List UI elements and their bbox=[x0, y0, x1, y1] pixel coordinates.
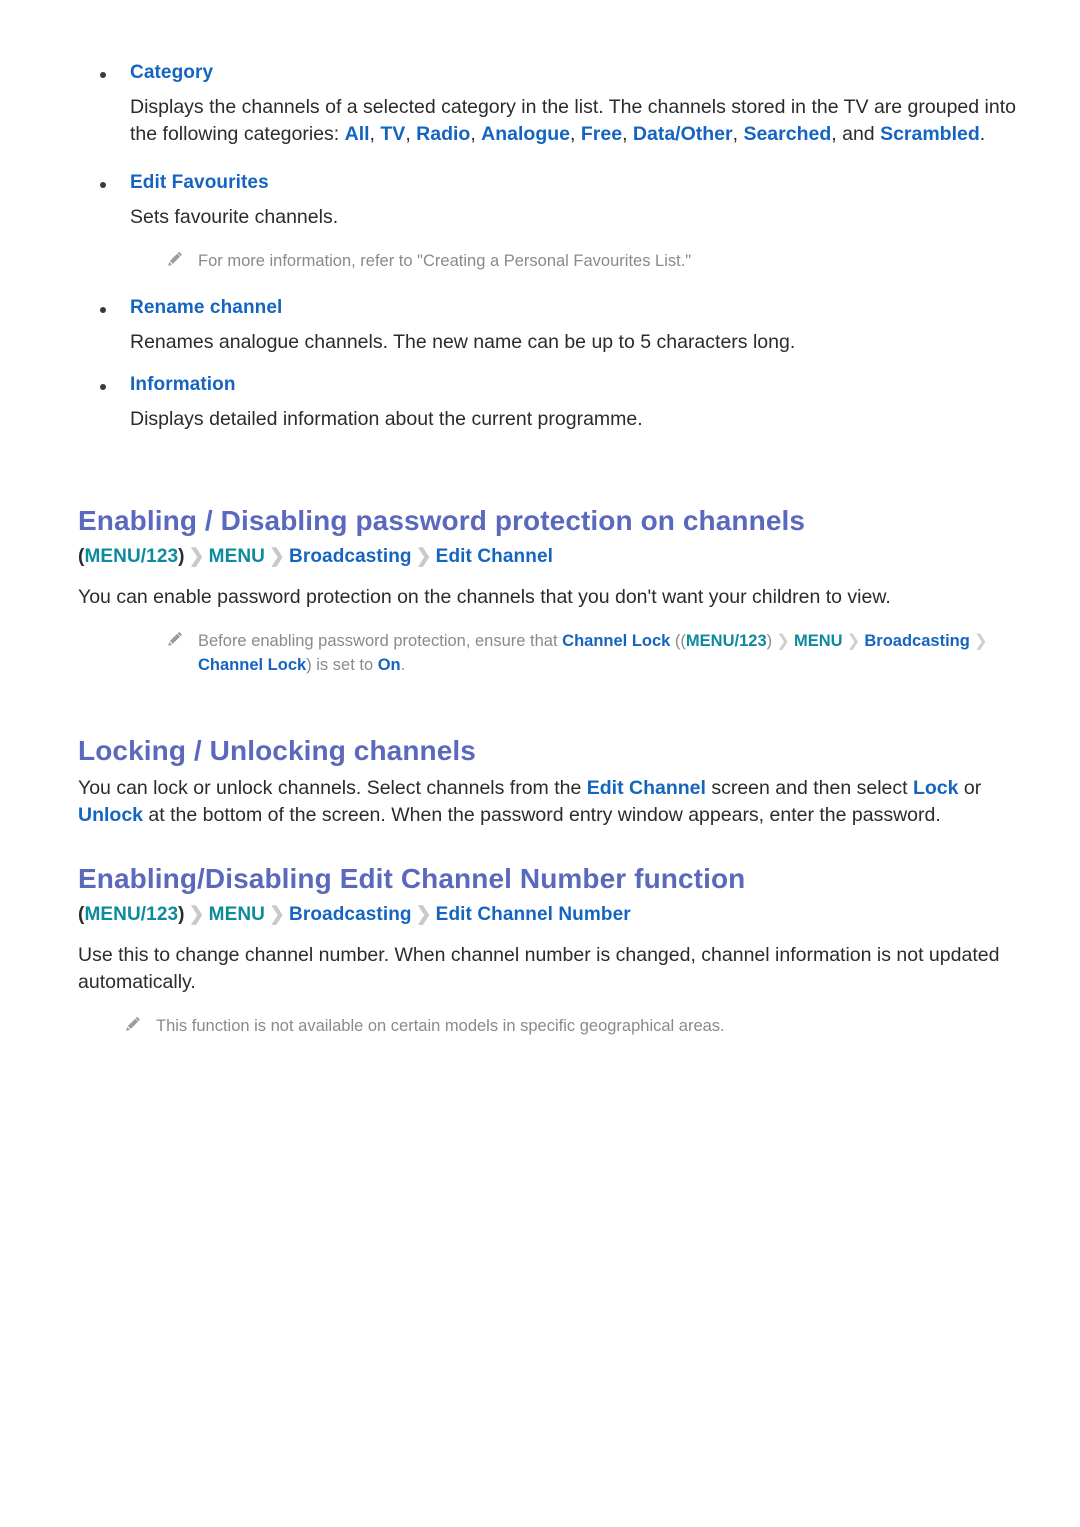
chevron-right-icon: ❯ bbox=[188, 546, 205, 567]
breadcrumb-item-menu[interactable]: MENU bbox=[209, 546, 265, 567]
note-open-paren: (( bbox=[670, 632, 686, 650]
list-item: Information bbox=[78, 374, 1030, 396]
document-page: Category Displays the channels of a sele… bbox=[0, 0, 1080, 1527]
list-item: Rename channel bbox=[78, 297, 1030, 319]
bullet-label-rename-channel: Rename channel bbox=[130, 297, 283, 318]
note-breadcrumb-menu123[interactable]: MENU/123 bbox=[686, 632, 767, 650]
note-close-paren-2: ) is set to bbox=[306, 656, 378, 674]
category-analogue: Analogue bbox=[481, 123, 571, 145]
note-value-on: On bbox=[377, 656, 401, 674]
page-title-password-protection: Enabling / Disabling password protection… bbox=[78, 505, 806, 536]
bullet-section-category: Category Displays the channels of a sele… bbox=[78, 62, 1030, 148]
note-channel-lock: Before enabling password protection, ens… bbox=[78, 629, 1030, 677]
note-lead: Before enabling password protection, ens… bbox=[198, 632, 563, 650]
lock-part-1: You can lock or unlock channels. Select … bbox=[78, 777, 587, 799]
breadcrumb-item-menu123[interactable]: MENU/123 bbox=[84, 546, 178, 567]
note-breadcrumb-broadcasting[interactable]: Broadcasting bbox=[864, 632, 969, 650]
category-free: Free bbox=[580, 123, 623, 145]
page-title-locking-unlocking: Locking / Unlocking channels bbox=[78, 735, 476, 766]
bullet-section-rename-channel: Rename channel Renames analogue channels… bbox=[78, 297, 1030, 356]
category-body-tail: . bbox=[979, 123, 986, 145]
note-availability-text: This function is not available on certai… bbox=[156, 1017, 725, 1035]
list-item: Category bbox=[78, 62, 1030, 84]
breadcrumb-item-leaf[interactable]: Edit Channel bbox=[436, 546, 553, 567]
lock-part-4: at the bottom of the screen. When the pa… bbox=[143, 804, 941, 826]
breadcrumb-close-paren: ) bbox=[178, 904, 185, 925]
pencil-icon bbox=[126, 1016, 141, 1031]
pencil-icon bbox=[168, 631, 183, 646]
bullet-dot-icon bbox=[100, 72, 106, 78]
paragraph-edit-channel-number: Use this to change channel number. When … bbox=[78, 944, 1000, 993]
chevron-right-icon: ❯ bbox=[973, 632, 988, 650]
note-term-channel-lock[interactable]: Channel Lock bbox=[562, 632, 670, 650]
note-breadcrumb-menu[interactable]: MENU bbox=[794, 632, 843, 650]
lock-part-2: screen and then select bbox=[705, 777, 913, 799]
category-join: , and bbox=[831, 123, 881, 145]
term-unlock[interactable]: Unlock bbox=[78, 804, 143, 826]
bullet-section-edit-favourites: Edit Favourites Sets favourite channels. bbox=[78, 172, 1030, 231]
breadcrumb-item-broadcasting[interactable]: Broadcasting bbox=[289, 546, 412, 567]
bullet-dot-icon bbox=[100, 307, 106, 313]
bullet-section-information: Information Displays detailed informatio… bbox=[78, 374, 1030, 433]
chevron-right-icon: ❯ bbox=[268, 904, 286, 925]
chevron-right-icon: ❯ bbox=[846, 632, 861, 650]
chevron-right-icon: ❯ bbox=[268, 546, 286, 567]
page-title-edit-channel-number: Enabling/Disabling Edit Channel Number f… bbox=[78, 863, 746, 894]
bullet-dot-icon bbox=[100, 384, 106, 390]
chevron-right-icon: ❯ bbox=[188, 904, 205, 925]
paragraph-locking-unlocking: You can lock or unlock channels. Select … bbox=[78, 775, 1030, 829]
section-locking-unlocking: Locking / Unlocking channels You can loc… bbox=[78, 735, 1030, 829]
bullet-body-edit-favourites: Sets favourite channels. bbox=[130, 206, 339, 228]
list-item: Edit Favourites bbox=[78, 172, 1030, 194]
term-lock[interactable]: Lock bbox=[913, 777, 959, 799]
breadcrumb: (MENU/123) ❯ MENU ❯ Broadcasting ❯ Edit Channe… bbox=[78, 545, 1030, 568]
chevron-right-icon: ❯ bbox=[776, 632, 790, 650]
chevron-right-icon: ❯ bbox=[415, 546, 432, 567]
breadcrumb-close-paren: ) bbox=[178, 546, 185, 567]
breadcrumb-item-leaf[interactable]: Edit Channel Number bbox=[436, 904, 631, 925]
section-edit-channel-number: Enabling/Disabling Edit Channel Number f… bbox=[78, 863, 1030, 1038]
category-scrambled: Scrambled bbox=[880, 123, 980, 145]
category-all: All bbox=[344, 123, 370, 145]
pencil-icon bbox=[168, 251, 183, 266]
bullet-body-category: Displays the channels of a selected cate… bbox=[130, 96, 1016, 145]
bullet-dot-icon bbox=[100, 182, 106, 188]
category-tv: TV bbox=[380, 123, 406, 145]
category-searched: Searched bbox=[743, 123, 832, 145]
lock-part-3: or bbox=[958, 777, 982, 799]
term-edit-channel[interactable]: Edit Channel bbox=[587, 777, 706, 799]
section-password-protection: Enabling / Disabling password protection… bbox=[78, 505, 1030, 677]
breadcrumb: (MENU/123) ❯ MENU ❯ Broadcasting ❯ Edit Channe… bbox=[78, 903, 1030, 926]
category-radio: Radio bbox=[416, 123, 471, 145]
bullet-body-information: Displays detailed information about the … bbox=[130, 408, 643, 430]
category-data-other: Data/Other bbox=[632, 123, 733, 145]
breadcrumb-item-broadcasting[interactable]: Broadcasting bbox=[289, 904, 412, 925]
bullet-label-edit-favourites: Edit Favourites bbox=[130, 172, 269, 193]
note-tail: . bbox=[400, 656, 406, 674]
note-availability: This function is not available on certai… bbox=[78, 1014, 1030, 1038]
bullet-body-rename-channel: Renames analogue channels. The new name … bbox=[130, 331, 796, 353]
breadcrumb-item-menu123[interactable]: MENU/123 bbox=[84, 904, 178, 925]
paragraph-password-protection: You can enable password protection on th… bbox=[78, 586, 891, 608]
chevron-right-icon: ❯ bbox=[415, 904, 432, 925]
bullet-label-information: Information bbox=[130, 374, 236, 395]
bullet-label-category: Category bbox=[130, 62, 214, 83]
note-favourites: For more information, refer to "Creating… bbox=[78, 249, 1030, 273]
note-breadcrumb-leaf[interactable]: Channel Lock bbox=[198, 656, 306, 674]
breadcrumb-item-menu[interactable]: MENU bbox=[209, 904, 265, 925]
note-favourites-text: For more information, refer to "Creating… bbox=[198, 252, 692, 270]
